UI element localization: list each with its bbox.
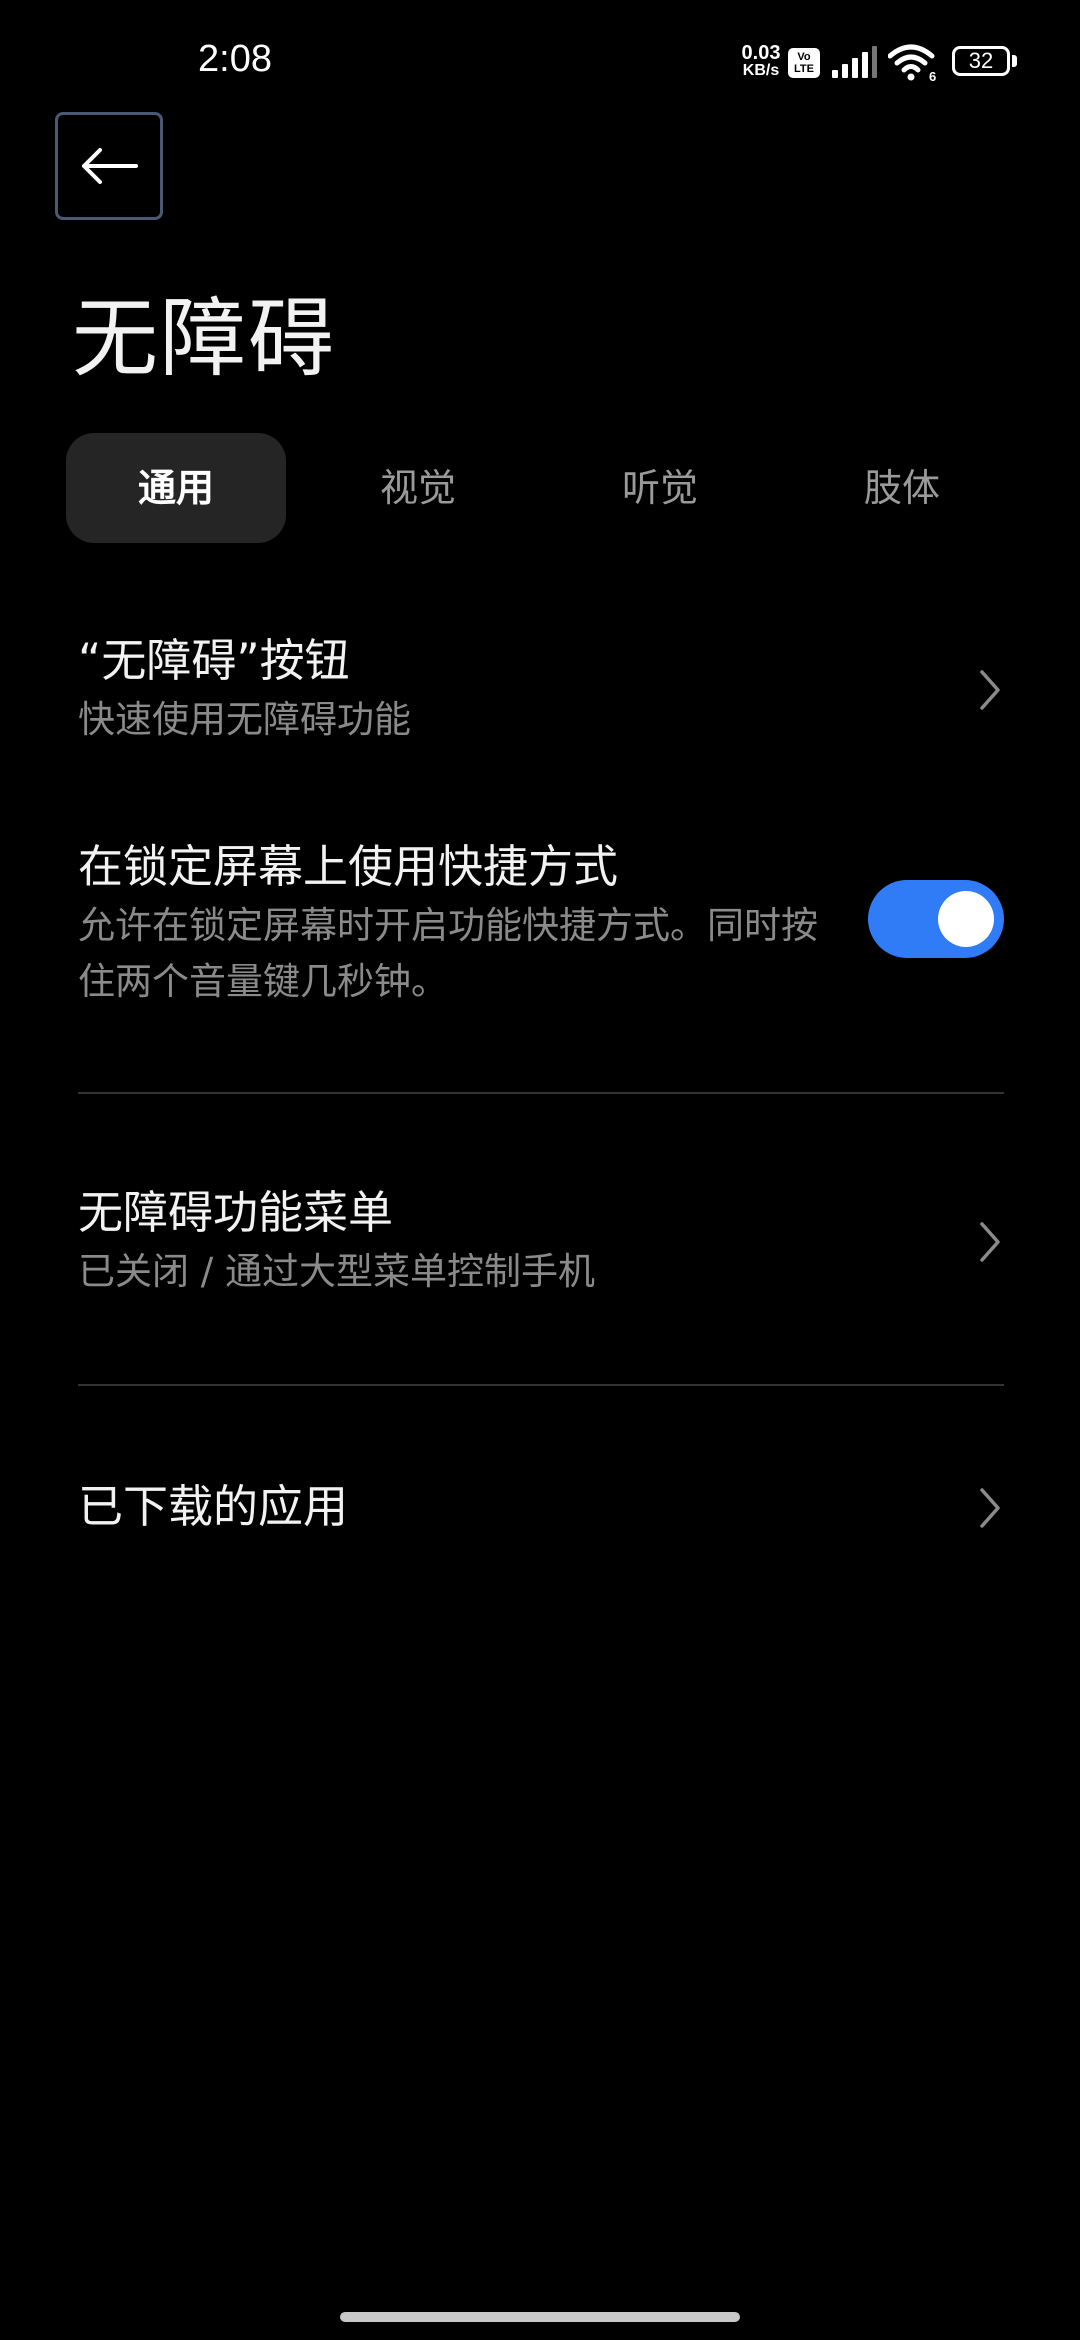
- item-title: 已下载的应用: [78, 1480, 349, 1533]
- page-title: 无障碍: [72, 289, 336, 389]
- lock-screen-shortcut-item: 在锁定屏幕上使用快捷方式 允许在锁定屏幕时开启功能快捷方式。同时按住两个音量键几…: [78, 836, 838, 1010]
- status-time: 2:08: [198, 38, 272, 80]
- item-subtitle: 允许在锁定屏幕时开启功能快捷方式。同时按住两个音量键几秒钟。: [78, 904, 818, 1003]
- lock-screen-shortcut-toggle[interactable]: [868, 880, 1004, 958]
- item-title: “无障碍”按钮: [78, 634, 350, 687]
- volte-label-bottom: LTE: [794, 63, 814, 75]
- network-speed-unit: KB/s: [742, 62, 780, 79]
- volte-icon: Vo LTE: [788, 48, 820, 78]
- back-button[interactable]: [55, 112, 163, 220]
- wifi-icon: 6: [888, 44, 936, 82]
- tab-general[interactable]: 通用: [66, 433, 286, 543]
- arrow-left-icon: [82, 148, 138, 184]
- battery-level: 32: [968, 48, 994, 73]
- accessibility-button-item[interactable]: “无障碍”按钮 快速使用无障碍功能: [78, 630, 1004, 750]
- downloaded-apps-item[interactable]: 已下载的应用: [78, 1476, 1004, 1546]
- tab-physical[interactable]: 肢体: [792, 433, 1012, 543]
- accessibility-menu-item[interactable]: 无障碍功能菜单 已关闭 / 通过大型菜单控制手机: [78, 1182, 1004, 1302]
- chevron-right-icon: [980, 670, 1000, 710]
- status-bar: 2:08 0.03 KB/s Vo LTE 6 32: [0, 0, 1080, 120]
- toggle-knob: [938, 891, 994, 947]
- item-title: 在锁定屏幕上使用快捷方式: [78, 840, 619, 893]
- network-speed: 0.03 KB/s: [738, 42, 784, 80]
- divider: [78, 1384, 1004, 1386]
- volte-label-top: Vo: [797, 51, 811, 63]
- item-title: 无障碍功能菜单: [78, 1186, 394, 1239]
- tab-bar: 通用 视觉 听觉 肢体: [66, 433, 1026, 543]
- tab-hearing[interactable]: 听觉: [550, 433, 770, 543]
- item-subtitle: 已关闭 / 通过大型菜单控制手机: [78, 1250, 595, 1293]
- wifi-badge: 6: [929, 69, 936, 82]
- divider: [78, 1092, 1004, 1094]
- tab-vision[interactable]: 视觉: [308, 433, 528, 543]
- chevron-right-icon: [980, 1222, 1000, 1262]
- battery-tip: [1012, 55, 1017, 67]
- chevron-right-icon: [980, 1488, 1000, 1528]
- home-indicator[interactable]: [340, 2312, 740, 2322]
- battery-icon: 32: [952, 46, 1020, 78]
- item-subtitle: 快速使用无障碍功能: [78, 698, 411, 741]
- network-speed-value: 0.03: [741, 42, 781, 64]
- cellular-signal-icon: [832, 46, 877, 78]
